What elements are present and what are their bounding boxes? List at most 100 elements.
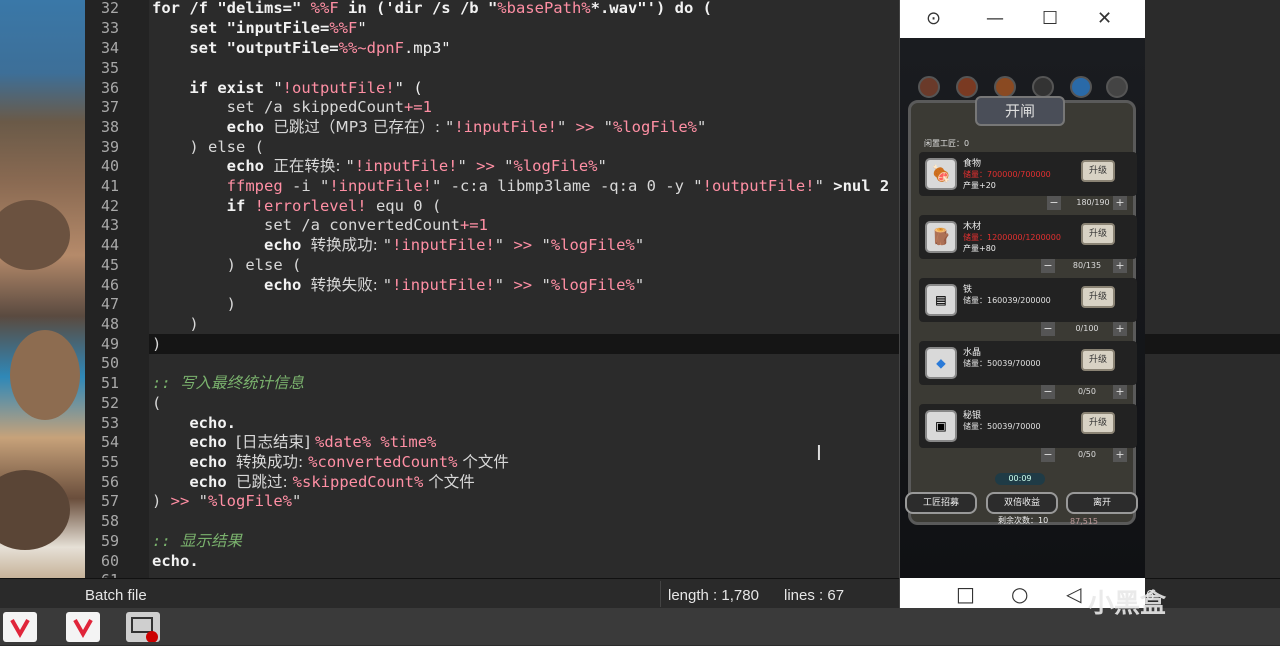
resource-storage: 储量：50039/70000 xyxy=(963,422,1041,431)
close-icon[interactable]: ✕ xyxy=(1097,8,1112,29)
line-number: 54 xyxy=(100,433,119,451)
plus-button[interactable]: + xyxy=(1113,448,1127,462)
code-token: 转换失败: xyxy=(310,276,383,294)
code-line: ) else ( xyxy=(152,255,302,275)
line-number: 36 xyxy=(100,79,119,97)
plus-button[interactable]: + xyxy=(1113,259,1127,273)
line-number: 38 xyxy=(100,118,119,136)
line-number: 33 xyxy=(100,19,119,37)
code-token: echo. xyxy=(152,414,236,432)
code-token: " xyxy=(532,276,551,294)
more-icon[interactable]: ⊙ xyxy=(926,8,941,29)
line-number: 43 xyxy=(100,216,119,234)
tab-icon[interactable] xyxy=(1070,76,1092,98)
code-token: !outputFile! xyxy=(702,177,815,195)
code-line: . xyxy=(152,570,180,578)
line-number: 55 xyxy=(100,453,119,471)
tab-icon[interactable] xyxy=(1032,76,1054,98)
code-token: !inputFile! xyxy=(392,236,495,254)
code-token: ) else ( xyxy=(152,256,302,274)
code-line: set /a convertedCount+=1 xyxy=(152,215,488,235)
code-token: 个文件 xyxy=(457,453,509,471)
code-token: ) xyxy=(152,315,199,333)
leave-button[interactable]: 离开 xyxy=(1066,492,1138,514)
code-token: %logFile% xyxy=(208,492,293,510)
code-token: " xyxy=(494,276,514,294)
desktop-wallpaper xyxy=(0,0,85,608)
upgrade-button[interactable]: 升级 xyxy=(1081,349,1115,371)
yandex-app-icon[interactable] xyxy=(3,612,37,642)
tab-icon[interactable] xyxy=(918,76,940,98)
code-line: ) xyxy=(152,294,236,314)
line-number: 52 xyxy=(100,394,119,412)
code-token: " xyxy=(814,177,834,195)
minus-button[interactable]: − xyxy=(1047,196,1061,210)
code-token: 转换成功: xyxy=(310,236,383,254)
code-line: echo 转换失败: "!inputFile!" >> "%logFile%" xyxy=(152,275,644,295)
resource-production: 产量+80 xyxy=(963,244,996,253)
food-icon: 🍖 xyxy=(925,158,957,190)
code-token: *.wav"') xyxy=(590,0,675,17)
code-token: !inputFile! xyxy=(392,276,495,294)
code-line: if exist "!outputFile!" ( xyxy=(152,78,422,98)
double-reward-button[interactable]: 双倍收益 xyxy=(986,492,1058,514)
resource-storage: 储量：160039/200000 xyxy=(963,296,1051,305)
code-token: set "outputFile= xyxy=(152,39,339,57)
code-token: 已跳过: xyxy=(236,473,293,491)
minus-button[interactable]: − xyxy=(1041,322,1055,336)
resource-storage: 储量：50039/70000 xyxy=(963,359,1041,368)
line-number: 51 xyxy=(100,374,119,392)
code-token: echo xyxy=(152,236,311,254)
code-token: " xyxy=(292,492,302,510)
language-label[interactable]: Batch file xyxy=(85,587,147,604)
code-token: !outputFile! xyxy=(282,79,395,97)
phone-emulator-window[interactable]: ⊙ — ☐ ✕ 开闸 闲置工匠：0 🍖 食物 储量：700000/700000 … xyxy=(899,0,1145,608)
upgrade-button[interactable]: 升级 xyxy=(1081,412,1115,434)
yandex-app-icon[interactable] xyxy=(66,612,100,642)
code-token: " xyxy=(357,19,367,37)
code-token: %time% xyxy=(380,433,437,451)
maximize-icon[interactable]: ☐ xyxy=(1042,8,1058,29)
code-token: " xyxy=(445,118,455,136)
line-number: 32 xyxy=(100,0,119,17)
tab-icon[interactable] xyxy=(994,76,1016,98)
code-token: echo. xyxy=(152,552,199,570)
tab-icon[interactable] xyxy=(956,76,978,98)
code-token: >> xyxy=(476,157,495,175)
code-line: :: 显示结果 xyxy=(152,531,242,551)
line-number: 61 xyxy=(85,570,119,578)
tab-icon[interactable] xyxy=(1106,76,1128,98)
minus-button[interactable]: − xyxy=(1041,385,1055,399)
recruit-button[interactable]: 工匠招募 xyxy=(905,492,977,514)
code-token: !errorlevel! xyxy=(254,197,367,215)
code-line: echo [日志结束] %date% %time% xyxy=(152,432,436,452)
home-icon[interactable]: ○ xyxy=(1011,582,1028,606)
worker-counter: − 80/135 + xyxy=(919,259,1137,275)
line-number: 37 xyxy=(100,98,119,116)
code-line: ) xyxy=(152,314,199,334)
code-token: ( xyxy=(693,0,712,17)
recents-icon[interactable]: □ xyxy=(956,582,975,606)
plus-button[interactable]: + xyxy=(1113,385,1127,399)
plus-button[interactable]: + xyxy=(1113,196,1127,210)
code-token: " xyxy=(457,157,477,175)
upgrade-button[interactable]: 升级 xyxy=(1081,223,1115,245)
plus-button[interactable]: + xyxy=(1113,322,1127,336)
code-token: " xyxy=(345,157,355,175)
resource-storage: 储量：1200000/1200000 xyxy=(963,233,1061,242)
game-screen[interactable]: 开闸 闲置工匠：0 🍖 食物 储量：700000/700000 产量+20 升级… xyxy=(900,38,1145,578)
code-token: +=1 xyxy=(459,216,488,234)
minimize-icon[interactable]: — xyxy=(986,8,1004,29)
worker-count: 0/50 xyxy=(1078,387,1096,396)
editor-app-icon[interactable] xyxy=(126,612,160,643)
minus-button[interactable]: − xyxy=(1041,259,1055,273)
upgrade-button[interactable]: 升级 xyxy=(1081,160,1115,182)
minus-button[interactable]: − xyxy=(1041,448,1055,462)
code-token: ffmpeg xyxy=(152,177,283,195)
back-icon[interactable]: ◁ xyxy=(1066,582,1081,606)
code-token: set "inputFile= xyxy=(152,19,330,37)
code-token: . xyxy=(152,571,180,578)
upgrade-button[interactable]: 升级 xyxy=(1081,286,1115,308)
code-token: %logFile% xyxy=(513,157,598,175)
line-number: 57 xyxy=(100,492,119,510)
